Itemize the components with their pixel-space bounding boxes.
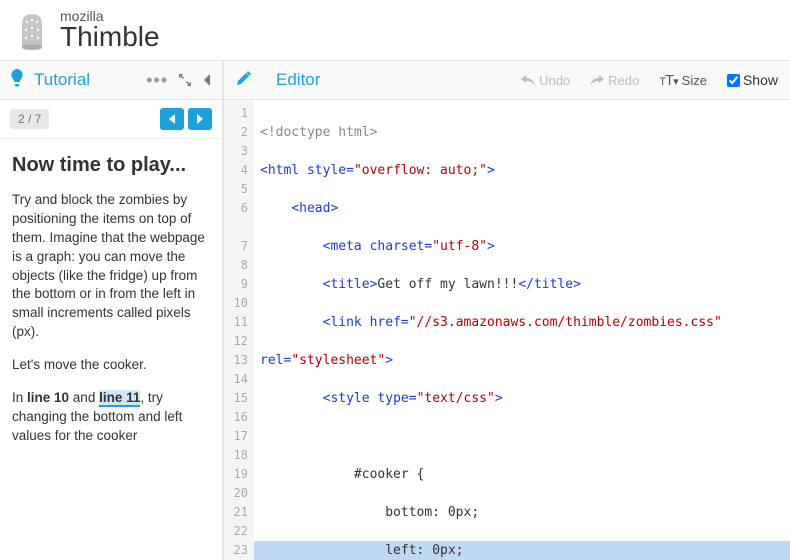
tutorial-title: Now time to play... bbox=[12, 153, 210, 177]
redo-button[interactable]: Redo bbox=[590, 73, 639, 88]
tutorial-nav-row: 2 / 7 bbox=[0, 100, 222, 139]
step-indicator: 2 / 7 bbox=[10, 109, 49, 129]
tutorial-paragraph-2: Let's move the cooker. bbox=[12, 356, 210, 375]
text-size-button[interactable]: TT▾ Size bbox=[659, 72, 707, 89]
more-icon[interactable]: ••• bbox=[146, 70, 168, 91]
tutorial-panel: Tutorial ••• 2 / 7 Now time to play... T… bbox=[0, 60, 224, 560]
lightbulb-icon bbox=[10, 69, 24, 92]
expand-icon[interactable] bbox=[178, 73, 192, 87]
tutorial-paragraph-3: In line 10 and line 11, try changing the… bbox=[12, 389, 210, 446]
editor-panel: Editor Undo Redo TT▾ Size Show 123456789… bbox=[224, 60, 790, 560]
editor-label: Editor bbox=[276, 70, 320, 90]
tutorial-paragraph-1: Try and block the zombies by positioning… bbox=[12, 191, 210, 342]
chevron-left-icon[interactable] bbox=[202, 73, 212, 87]
brand-thimble: Thimble bbox=[60, 23, 160, 51]
code-content[interactable]: <!doctype html> <html style="overflow: a… bbox=[254, 100, 790, 560]
next-step-button[interactable] bbox=[188, 108, 212, 130]
text-size-icon: TT▾ bbox=[659, 72, 677, 89]
pencil-icon bbox=[236, 70, 252, 91]
show-toggle[interactable]: Show bbox=[727, 72, 778, 88]
editor-toolbar: Editor Undo Redo TT▾ Size Show bbox=[224, 60, 790, 100]
prev-step-button[interactable] bbox=[160, 108, 184, 130]
tutorial-content: Now time to play... Try and block the zo… bbox=[0, 139, 222, 474]
line-link-11[interactable]: line 11 bbox=[99, 390, 140, 407]
tutorial-label[interactable]: Tutorial bbox=[34, 70, 136, 90]
line-gutter: 123456789101112131415161718192021222324 bbox=[224, 100, 254, 560]
app-header: mozilla Thimble bbox=[0, 0, 790, 60]
thimble-logo-icon bbox=[14, 10, 50, 50]
brand-text: mozilla Thimble bbox=[60, 9, 160, 51]
show-checkbox[interactable] bbox=[727, 74, 740, 87]
code-editor[interactable]: 123456789101112131415161718192021222324 … bbox=[224, 100, 790, 560]
tutorial-toolbar: Tutorial ••• bbox=[0, 60, 222, 100]
undo-button[interactable]: Undo bbox=[521, 73, 570, 88]
